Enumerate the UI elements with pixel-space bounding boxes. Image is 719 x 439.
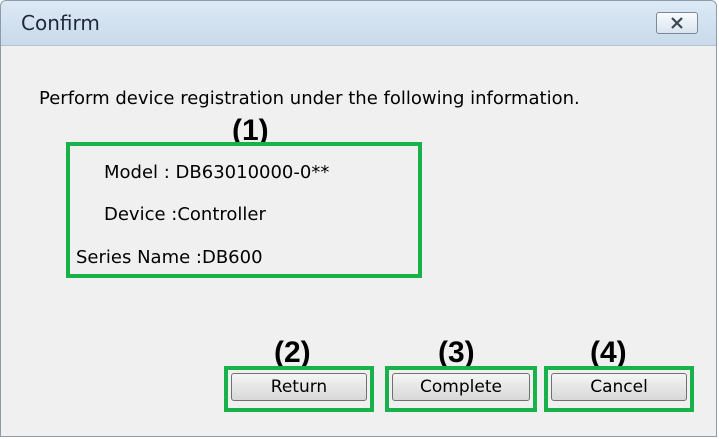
window-title: Confirm: [21, 11, 100, 35]
cancel-button[interactable]: Cancel: [551, 373, 687, 401]
close-button[interactable]: [656, 12, 698, 34]
close-icon: [671, 17, 683, 29]
model-info: Model : DB63010000-0**: [104, 162, 330, 183]
return-button[interactable]: Return: [231, 373, 367, 401]
confirm-dialog: Confirm Perform device registration unde…: [0, 0, 717, 437]
device-info: Device :Controller: [104, 204, 266, 225]
dialog-body: Perform device registration under the fo…: [2, 46, 715, 435]
confirmation-message: Perform device registration under the fo…: [39, 88, 580, 109]
device-info-box: Model : DB63010000-0** Device :Controlle…: [66, 142, 422, 278]
title-bar[interactable]: Confirm: [1, 1, 716, 46]
callout-3: (3): [438, 336, 475, 369]
callout-2: (2): [274, 336, 311, 369]
complete-button[interactable]: Complete: [392, 373, 530, 401]
series-info: Series Name :DB600: [76, 247, 263, 268]
callout-4: (4): [590, 336, 627, 369]
